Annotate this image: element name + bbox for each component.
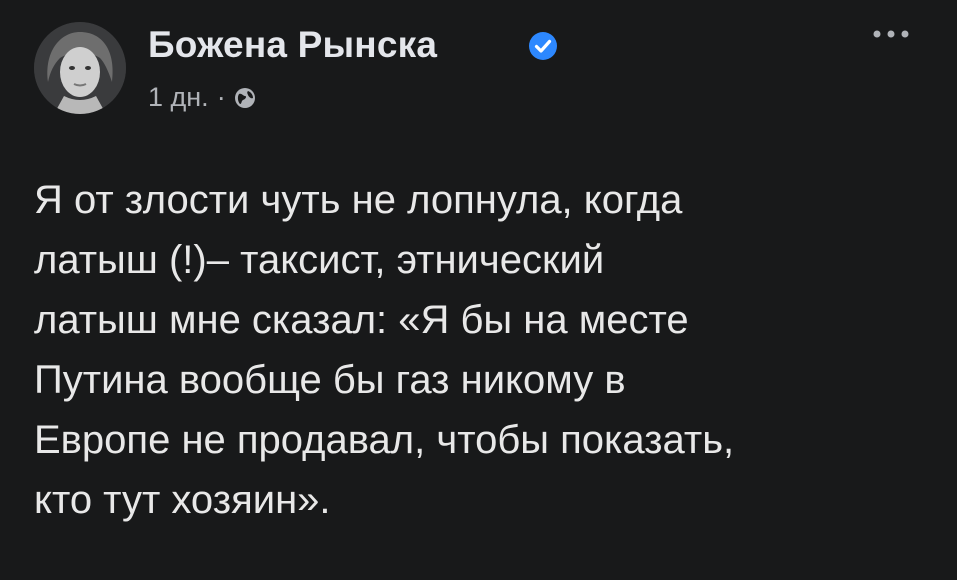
post-text-line: Европе не продавал, чтобы показать, — [34, 418, 735, 462]
post-text-line: кто тут хозяин». — [34, 478, 331, 522]
author-avatar[interactable] — [34, 22, 126, 114]
globe-icon[interactable] — [234, 87, 256, 109]
post-meta: 1 дн. · — [148, 82, 256, 113]
meta-separator: · — [216, 82, 226, 112]
post-text-line: Путина вообще бы газ никому в — [34, 358, 626, 402]
post-text-line: латыш (!)– таксист, этнический — [34, 238, 605, 282]
post-text-line: латыш мне сказал: «Я бы на месте — [34, 298, 689, 342]
post-timestamp[interactable]: 1 дн. — [148, 82, 209, 113]
profile-photo-icon — [34, 22, 126, 114]
post-text: Я от злости чуть не лопнула, когда латыш… — [34, 170, 924, 530]
post-text-line: Я от злости чуть не лопнула, когда — [34, 178, 683, 222]
facebook-post: Божена Рынска 1 дн. · Я от злости чуть н… — [0, 0, 957, 580]
more-horizontal-icon[interactable] — [866, 22, 916, 46]
author-name[interactable]: Божена Рынска — [148, 24, 437, 66]
verified-badge-icon — [529, 32, 557, 60]
